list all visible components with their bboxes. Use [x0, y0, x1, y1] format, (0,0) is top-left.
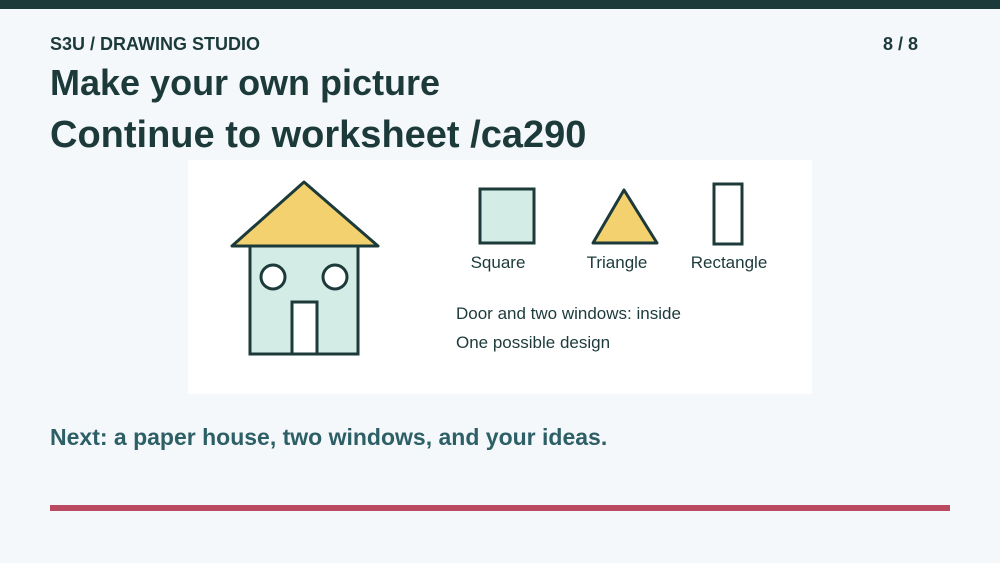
rectangle-label: Rectangle [690, 253, 768, 272]
next-step-text: Next: a paper house, two windows, and yo… [50, 424, 608, 450]
slide-title: Make your own picture [50, 62, 441, 103]
house-drawing [230, 180, 380, 356]
triangle-label: Triangle [586, 253, 648, 272]
triangle-icon [591, 188, 659, 245]
square-icon [478, 187, 536, 245]
diagram-card: Square Triangle Rectangle Door and two w… [188, 160, 812, 394]
rectangle-icon [712, 182, 744, 246]
house-roof [230, 180, 380, 248]
square-label: Square [470, 253, 526, 272]
diagram-note: Door and two windows: inside [456, 304, 681, 323]
page-number: 8 / 8 [882, 34, 918, 54]
bottom-rule [50, 505, 950, 511]
house-window-right [321, 263, 349, 291]
slide-subtitle: Continue to worksheet /ca290 [50, 114, 587, 156]
diagram-note: One possible design [456, 333, 611, 352]
top-bar [0, 0, 1000, 9]
course-label: S3U / DRAWING STUDIO [50, 34, 261, 54]
house-door [290, 300, 319, 356]
house-window-left [259, 263, 287, 291]
